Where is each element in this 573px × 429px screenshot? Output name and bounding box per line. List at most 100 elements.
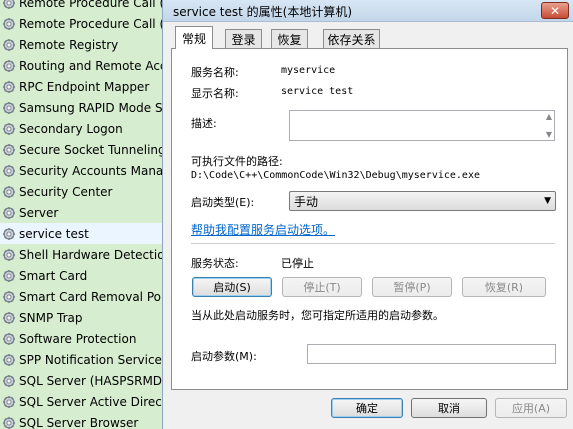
service-row[interactable]: Server xyxy=(0,202,170,223)
divider xyxy=(191,243,555,244)
tab-recovery[interactable]: 恢复 xyxy=(271,29,308,48)
gear-icon xyxy=(2,80,16,94)
service-name: SNMP Trap xyxy=(19,310,83,325)
tab-general[interactable]: 常规 xyxy=(175,26,213,49)
display-name-value: service test xyxy=(281,86,354,97)
service-name: SQL Server Active Directo xyxy=(19,394,170,409)
service-row[interactable]: RPC Endpoint Mapper xyxy=(0,76,170,97)
scroll-up-icon[interactable]: ▲ xyxy=(546,112,552,121)
gear-icon xyxy=(2,122,16,136)
service-name: Routing and Remote Acc xyxy=(19,58,167,73)
service-name: SQL Server (HASPSRMDA xyxy=(19,373,170,388)
stop-button[interactable]: 停止(T) xyxy=(282,277,362,297)
pause-button[interactable]: 暂停(P) xyxy=(372,277,452,297)
tab-logon[interactable]: 登录 xyxy=(225,29,262,48)
exe-path-label: 可执行文件的路径: xyxy=(191,155,283,168)
start-params-hint: 当从此处启动服务时，您可指定所适用的启动参数。 xyxy=(191,309,444,322)
service-row[interactable]: SQL Server Active Directo xyxy=(0,391,170,412)
service-row[interactable]: Remote Procedure Call ( xyxy=(0,0,170,13)
dialog-titlebar[interactable]: service test 的属性(本地计算机) ✕ xyxy=(163,0,573,22)
service-row[interactable]: Secondary Logon xyxy=(0,118,170,139)
service-name: Software Protection xyxy=(19,331,137,346)
service-row[interactable]: Secure Socket Tunneling xyxy=(0,139,170,160)
gear-icon xyxy=(2,164,16,178)
startup-type-select[interactable]: 手动 ▼ xyxy=(289,191,556,211)
gear-icon xyxy=(2,0,16,10)
service-properties-dialog: service test 的属性(本地计算机) ✕ 常规 登录 恢复 依存关系 … xyxy=(162,0,573,429)
ok-button-label: 确定 xyxy=(356,402,378,415)
gear-icon xyxy=(2,311,16,325)
gear-icon xyxy=(2,332,16,346)
gear-icon xyxy=(2,38,16,52)
exe-path-value: D:\Code\C++\CommonCode\Win32\Debug\myser… xyxy=(191,170,480,181)
service-name: Server xyxy=(19,205,59,220)
service-row[interactable]: Security Center xyxy=(0,181,170,202)
pause-button-label: 暂停(P) xyxy=(393,281,431,294)
stop-button-label: 停止(T) xyxy=(303,281,341,294)
service-row[interactable]: Software Protection xyxy=(0,328,170,349)
start-button[interactable]: 启动(S) xyxy=(192,277,272,297)
service-name: SQL Server Browser xyxy=(19,415,139,429)
service-name: service test xyxy=(19,226,89,241)
service-row[interactable]: SQL Server Browser xyxy=(0,412,170,429)
tab-dependencies[interactable]: 依存关系 xyxy=(323,29,380,48)
help-startup-link[interactable]: 帮助我配置服务启动选项。 xyxy=(191,221,335,238)
tab-dependencies-label: 依存关系 xyxy=(327,32,376,47)
start-params-input[interactable] xyxy=(307,344,556,364)
gear-icon xyxy=(2,59,16,73)
startup-type-value: 手动 xyxy=(294,194,319,209)
close-button[interactable]: ✕ xyxy=(541,2,569,19)
service-name: Remote Registry xyxy=(19,37,119,52)
service-name: Secure Socket Tunneling xyxy=(19,142,166,157)
dialog-title: service test 的属性(本地计算机) xyxy=(173,5,353,19)
service-name: Remote Procedure Call ( xyxy=(19,16,165,31)
service-row[interactable]: SQL Server (HASPSRMDA xyxy=(0,370,170,391)
tab-recovery-label: 恢复 xyxy=(277,32,302,47)
service-status-value: 已停止 xyxy=(281,257,314,270)
service-row[interactable]: Samsung RAPID Mode S xyxy=(0,97,170,118)
apply-button-label: 应用(A) xyxy=(511,402,551,415)
resume-button[interactable]: 恢复(R) xyxy=(462,277,546,297)
startup-type-label: 启动类型(E): xyxy=(191,196,255,209)
service-row[interactable]: Shell Hardware Detection xyxy=(0,244,170,265)
service-row[interactable]: Security Accounts Manag xyxy=(0,160,170,181)
service-name: Remote Procedure Call ( xyxy=(19,0,165,10)
gear-icon xyxy=(2,416,16,429)
close-icon: ✕ xyxy=(549,3,561,18)
gear-icon xyxy=(2,395,16,409)
apply-button[interactable]: 应用(A) xyxy=(495,398,567,418)
service-row[interactable]: SNMP Trap xyxy=(0,307,170,328)
service-name: Security Center xyxy=(19,184,113,199)
cancel-button[interactable]: 取消 xyxy=(411,398,487,418)
service-row[interactable]: SPP Notification Service xyxy=(0,349,170,370)
gear-icon xyxy=(2,290,16,304)
gear-icon xyxy=(2,227,16,241)
service-name: Security Accounts Manag xyxy=(19,163,170,178)
gear-icon xyxy=(2,101,16,115)
gear-icon xyxy=(2,374,16,388)
gear-icon xyxy=(2,248,16,262)
gear-icon xyxy=(2,143,16,157)
service-row[interactable]: Remote Registry xyxy=(0,34,170,55)
service-name-label: 服务名称: xyxy=(191,66,239,79)
gear-icon xyxy=(2,206,16,220)
cancel-button-label: 取消 xyxy=(438,402,460,415)
ok-button[interactable]: 确定 xyxy=(331,398,403,418)
service-row[interactable]: service test xyxy=(0,223,170,244)
general-tab-panel: 服务名称: myservice 显示名称: service test 描述: ▲… xyxy=(171,48,568,390)
scroll-down-icon[interactable]: ▼ xyxy=(546,130,552,139)
service-name-value: myservice xyxy=(281,65,336,76)
chevron-down-icon: ▼ xyxy=(544,196,551,206)
service-row[interactable]: Remote Procedure Call ( xyxy=(0,13,170,34)
start-params-label: 启动参数(M): xyxy=(191,350,257,363)
service-row[interactable]: Routing and Remote Acc xyxy=(0,55,170,76)
service-row[interactable]: Smart Card Removal Pol xyxy=(0,286,170,307)
description-field[interactable]: ▲ ▼ xyxy=(289,110,555,141)
service-name: Smart Card xyxy=(19,268,88,283)
service-name: Secondary Logon xyxy=(19,121,123,136)
description-label: 描述: xyxy=(191,117,217,130)
service-name: SPP Notification Service xyxy=(19,352,162,367)
service-row[interactable]: Smart Card xyxy=(0,265,170,286)
service-name: Smart Card Removal Pol xyxy=(19,289,165,304)
resume-button-label: 恢复(R) xyxy=(484,281,524,294)
